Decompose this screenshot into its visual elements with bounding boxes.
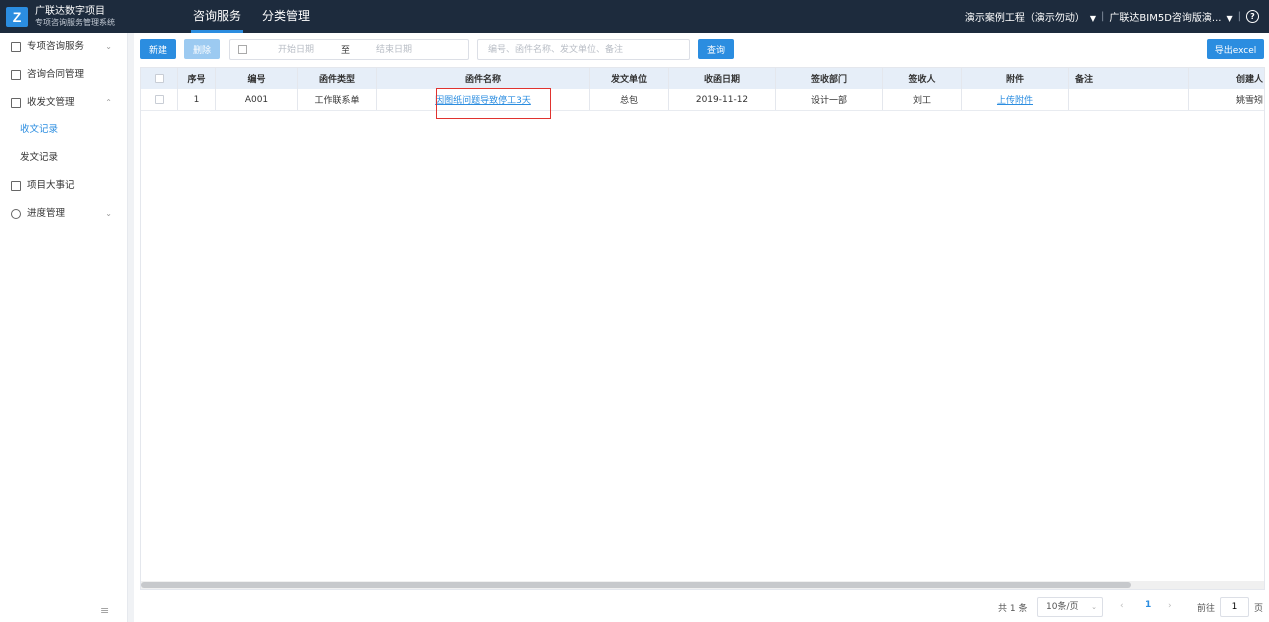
- project-selector-label: 演示案例工程（演示勿动）: [964, 13, 1085, 24]
- chevron-down-icon: ⌄: [105, 42, 112, 51]
- row-checkbox-cell: [141, 89, 178, 110]
- cell-date: 2019-11-12: [669, 89, 776, 110]
- top-right-controls: 演示案例工程（演示勿动） ▼ | 广联达BIM5D咨询版演... ▼ | ?: [965, 0, 1259, 33]
- sidebar-item-label: 发文记录: [20, 152, 59, 163]
- sidebar: 专项咨询服务 ⌄ 咨询合同管理 收发文管理 ⌃ 收文记录 发文记录 项目大事记 …: [0, 33, 128, 622]
- sidebar-item-received-records[interactable]: 收文记录: [0, 119, 128, 141]
- new-button[interactable]: 新建: [140, 39, 176, 59]
- logo-icon[interactable]: Z: [6, 7, 28, 27]
- org-selector[interactable]: 广联达BIM5D咨询版演... ▼: [1109, 9, 1232, 24]
- page-size-label: 10条/页: [1046, 602, 1079, 612]
- page-number-current[interactable]: 1: [1145, 600, 1151, 610]
- page-unit-label: 页: [1254, 604, 1264, 614]
- select-all-checkbox[interactable]: [154, 74, 164, 83]
- divider: |: [1101, 11, 1105, 22]
- sidebar-item-special-consulting[interactable]: 专项咨询服务 ⌄: [0, 36, 128, 58]
- sidebar-item-label: 收文记录: [20, 124, 59, 135]
- letter-name-link[interactable]: 因图纸问题导致停工3天: [435, 93, 531, 106]
- column-header: 签收人: [883, 68, 962, 89]
- cell-creator: 姚雪矧: [1235, 96, 1263, 106]
- table-row[interactable]: 1 A001 工作联系单 因图纸问题导致停工3天 总包 2019-11-12 设…: [141, 89, 1264, 111]
- date-range-separator: 至: [341, 46, 351, 56]
- top-bar: Z 广联达数字项目 专项咨询服务管理系统 咨询服务 分类管理 演示案例工程（演示…: [0, 0, 1269, 33]
- upload-attachment-link[interactable]: 上传附件: [997, 93, 1033, 106]
- end-date-input[interactable]: [354, 42, 434, 57]
- sidebar-item-label: 项目大事记: [27, 180, 75, 191]
- tab-category-management[interactable]: 分类管理: [262, 0, 310, 33]
- main-content: 新建 删除 至 查询 导出excel 序号 编号 函件类型 函件名称 发文单位 …: [134, 33, 1269, 622]
- pagination: 共 1 条 10条/页 ⌄ ‹ 1 › 前往 页: [134, 596, 1269, 618]
- project-selector[interactable]: 演示案例工程（演示勿动） ▼: [965, 9, 1096, 24]
- sidebar-item-project-events[interactable]: 项目大事记: [0, 175, 128, 197]
- mail-icon: [11, 98, 21, 108]
- select-all-checkbox-cell: [141, 68, 178, 89]
- sidebar-item-label: 进度管理: [27, 208, 66, 219]
- scrollbar-thumb[interactable]: [141, 582, 1131, 588]
- column-header: 附件: [962, 68, 1069, 89]
- table-header: 序号 编号 函件类型 函件名称 发文单位 收函日期 签收部门 签收人 附件 备注…: [141, 68, 1264, 89]
- help-icon[interactable]: ?: [1246, 10, 1259, 23]
- cell-code: A001: [216, 89, 298, 110]
- chevron-down-icon: ▼: [1226, 14, 1233, 23]
- pagination-total: 共 1 条: [998, 604, 1028, 614]
- chevron-up-icon: ⌃: [105, 98, 112, 107]
- org-selector-label: 广联达BIM5D咨询版演...: [1109, 13, 1222, 24]
- calendar-icon: [238, 45, 247, 54]
- sidebar-item-progress-management[interactable]: 进度管理 ⌄: [0, 203, 128, 225]
- column-header: 序号: [178, 68, 216, 89]
- query-button[interactable]: 查询: [698, 39, 734, 59]
- sidebar-item-label: 收发文管理: [27, 97, 75, 108]
- column-header: 发文单位: [590, 68, 669, 89]
- goto-page-input[interactable]: [1220, 597, 1249, 617]
- date-range-picker: 至: [229, 39, 469, 60]
- sidebar-item-document-management[interactable]: 收发文管理 ⌃: [0, 92, 128, 114]
- cell-name: 因图纸问题导致停工3天: [377, 89, 590, 110]
- sidebar-item-sent-records[interactable]: 发文记录: [0, 147, 128, 169]
- column-header: 函件名称: [377, 68, 590, 89]
- chevron-down-icon: ⌄: [105, 209, 112, 218]
- cell-sender: 总包: [590, 89, 669, 110]
- brand-title: 广联达数字项目: [35, 6, 105, 17]
- export-excel-button[interactable]: 导出excel: [1207, 39, 1264, 59]
- column-header: 编号: [216, 68, 298, 89]
- column-header: 收函日期: [669, 68, 776, 89]
- cell-index: 1: [178, 89, 216, 110]
- cell-type: 工作联系单: [298, 89, 377, 110]
- start-date-input[interactable]: [256, 42, 336, 57]
- sidebar-item-contract-management[interactable]: 咨询合同管理: [0, 64, 128, 86]
- sidebar-item-label: 咨询合同管理: [27, 69, 85, 80]
- column-header: 函件类型: [298, 68, 377, 89]
- search-input[interactable]: [477, 39, 690, 60]
- records-table: 序号 编号 函件类型 函件名称 发文单位 收函日期 签收部门 签收人 附件 备注…: [140, 67, 1265, 590]
- column-header: 创建人: [1235, 75, 1263, 85]
- contract-icon: [11, 70, 21, 80]
- cell-remark: [1069, 89, 1189, 110]
- column-header: 签收部门: [776, 68, 883, 89]
- brand-subtitle: 专项咨询服务管理系统: [35, 18, 115, 27]
- horizontal-scrollbar[interactable]: [141, 581, 1264, 589]
- tab-consulting-service[interactable]: 咨询服务: [190, 0, 244, 33]
- notebook-icon: [11, 181, 21, 191]
- cell-dept: 设计一部: [776, 89, 883, 110]
- sidebar-item-label: 专项咨询服务: [27, 41, 85, 52]
- chevron-down-icon: ⌄: [1091, 603, 1097, 611]
- column-header: 备注: [1069, 68, 1189, 89]
- chevron-down-icon: ▼: [1089, 14, 1097, 23]
- cell-attachment: 上传附件: [962, 89, 1069, 110]
- delete-button[interactable]: 删除: [184, 39, 220, 59]
- collapse-menu-icon[interactable]: ≡: [100, 604, 109, 617]
- goto-label: 前往: [1197, 604, 1216, 614]
- row-checkbox[interactable]: [154, 95, 164, 104]
- cell-receiver: 刘工: [883, 89, 962, 110]
- clock-icon: [11, 209, 21, 219]
- page-size-select[interactable]: 10条/页 ⌄: [1037, 597, 1103, 617]
- next-page-button[interactable]: ›: [1168, 601, 1172, 611]
- prev-page-button[interactable]: ‹: [1120, 601, 1124, 611]
- divider: |: [1237, 11, 1241, 22]
- document-icon: [11, 42, 21, 52]
